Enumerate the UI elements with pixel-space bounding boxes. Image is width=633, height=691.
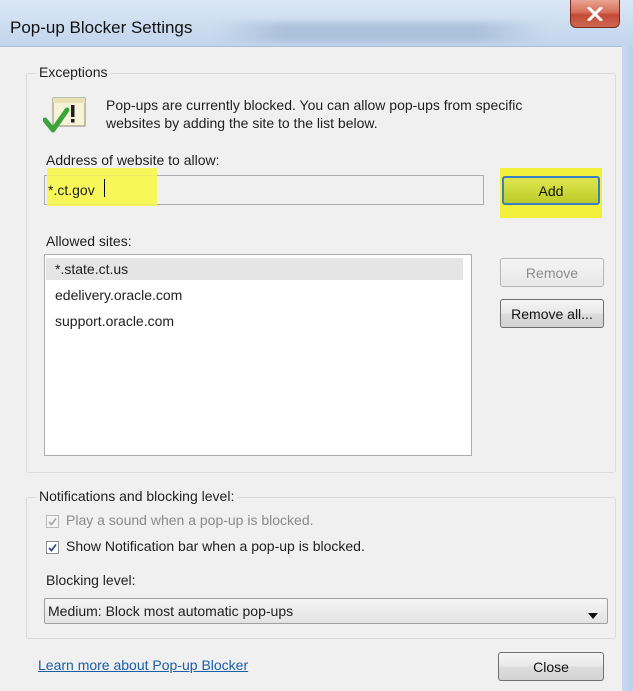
remove-button[interactable]: Remove <box>500 258 604 287</box>
address-input-value: *.ct.gov <box>48 182 95 198</box>
notifications-group-label: Notifications and blocking level: <box>36 488 238 504</box>
show-notification-bar-checkbox[interactable] <box>46 541 59 554</box>
allowed-sites-list[interactable]: *.state.ct.us edelivery.oracle.com suppo… <box>44 254 472 456</box>
allowed-sites-label: Allowed sites: <box>46 233 132 249</box>
play-sound-label: Play a sound when a pop-up is blocked. <box>66 512 314 528</box>
exceptions-info-text: Pop-ups are currently blocked. You can a… <box>106 96 586 132</box>
blurred-tab-strip <box>215 22 545 42</box>
close-x-icon <box>587 7 603 21</box>
close-button[interactable]: Close <box>498 652 604 681</box>
checkmark-icon <box>48 543 57 552</box>
window-frame <box>622 46 633 691</box>
checkmark-icon <box>48 518 57 526</box>
window-title: Pop-up Blocker Settings <box>10 18 193 37</box>
close-window-button[interactable] <box>570 0 620 28</box>
title-bar: Pop-up Blocker Settings <box>0 0 633 47</box>
play-sound-checkbox[interactable] <box>46 515 59 528</box>
add-button[interactable]: Add <box>502 176 600 205</box>
remove-all-button[interactable]: Remove all... <box>500 299 604 328</box>
info-line-1: Pop-ups are currently blocked. You can a… <box>106 97 523 113</box>
show-notification-bar-label: Show Notification bar when a pop-up is b… <box>66 538 365 554</box>
address-label: Address of website to allow: <box>46 152 220 168</box>
text-caret <box>104 179 105 197</box>
list-item[interactable]: edelivery.oracle.com <box>55 287 182 303</box>
list-item[interactable]: support.oracle.com <box>55 313 174 329</box>
shield-check-icon <box>42 96 87 141</box>
blocking-level-label: Blocking level: <box>46 572 136 588</box>
blocking-level-value: Medium: Block most automatic pop-ups <box>48 603 294 619</box>
chevron-down-icon <box>588 607 598 623</box>
learn-more-link[interactable]: Learn more about Pop-up Blocker <box>38 657 248 673</box>
list-item[interactable]: *.state.ct.us <box>46 258 463 280</box>
info-line-2: websites by adding the site to the list … <box>106 115 378 131</box>
exceptions-group-label: Exceptions <box>36 64 111 80</box>
